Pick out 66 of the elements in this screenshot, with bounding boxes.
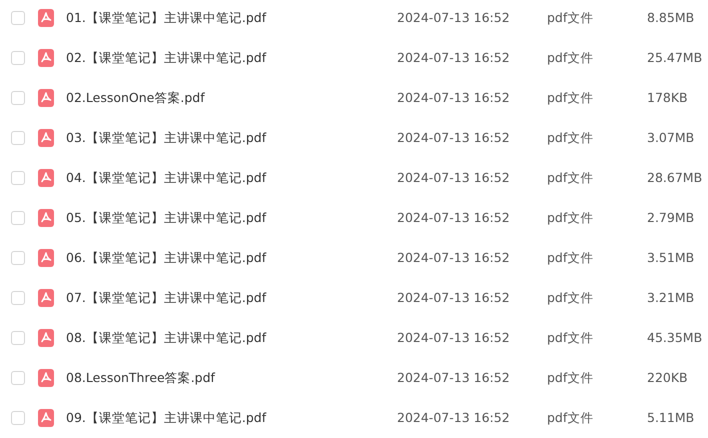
checkbox[interactable] (11, 371, 25, 385)
modified-date: 2024-07-13 16:52 (397, 248, 511, 267)
file-type: pdf文件 (547, 8, 594, 27)
modified-date: 2024-07-13 16:52 (397, 48, 511, 67)
checkbox[interactable] (11, 131, 25, 145)
checkbox[interactable] (11, 291, 25, 305)
file-type: pdf文件 (547, 128, 594, 147)
checkbox[interactable] (11, 51, 25, 65)
checkbox[interactable] (11, 251, 25, 265)
file-type: pdf文件 (547, 368, 594, 387)
file-name[interactable]: 09.【课堂笔记】主讲课中笔记.pdf (66, 408, 397, 428)
pdf-icon (38, 249, 54, 267)
pdf-icon (38, 49, 54, 67)
pdf-icon (38, 369, 54, 387)
modified-date: 2024-07-13 16:52 (397, 128, 511, 147)
file-size: 5.11MB (647, 408, 694, 427)
modified-date: 2024-07-13 16:52 (397, 368, 511, 387)
checkbox[interactable] (11, 331, 25, 345)
checkbox[interactable] (11, 171, 25, 185)
pdf-icon (38, 209, 54, 227)
file-name[interactable]: 06.【课堂笔记】主讲课中笔记.pdf (66, 248, 397, 268)
file-size: 3.07MB (647, 128, 694, 147)
file-name[interactable]: 07.【课堂笔记】主讲课中笔记.pdf (66, 288, 397, 308)
file-type: pdf文件 (547, 248, 594, 267)
file-type: pdf文件 (547, 48, 594, 67)
checkbox[interactable] (11, 91, 25, 105)
file-size: 3.51MB (647, 248, 694, 267)
file-type: pdf文件 (547, 288, 594, 307)
checkbox[interactable] (11, 411, 25, 425)
modified-date: 2024-07-13 16:52 (397, 168, 511, 187)
modified-date: 2024-07-13 16:52 (397, 408, 511, 427)
file-size: 25.47MB (647, 48, 702, 67)
file-size: 3.21MB (647, 288, 694, 307)
file-type: pdf文件 (547, 328, 594, 347)
pdf-icon (38, 129, 54, 147)
modified-date: 2024-07-13 16:52 (397, 328, 511, 347)
file-name[interactable]: 04.【课堂笔记】主讲课中笔记.pdf (66, 168, 397, 188)
pdf-icon (38, 89, 54, 107)
file-size: 178KB (647, 88, 688, 107)
pdf-icon (38, 289, 54, 307)
file-size: 2.79MB (647, 208, 694, 227)
file-size: 220KB (647, 368, 688, 387)
file-name[interactable]: 02.LessonOne答案.pdf (66, 88, 397, 108)
file-type: pdf文件 (547, 408, 594, 427)
modified-date: 2024-07-13 16:52 (397, 8, 511, 27)
file-name[interactable]: 08.【课堂笔记】主讲课中笔记.pdf (66, 328, 397, 348)
file-name[interactable]: 02.【课堂笔记】主讲课中笔记.pdf (66, 48, 397, 68)
modified-date: 2024-07-13 16:52 (397, 88, 511, 107)
pdf-icon (38, 9, 54, 27)
file-name[interactable]: 01.【课堂笔记】主讲课中笔记.pdf (66, 8, 397, 28)
modified-date: 2024-07-13 16:52 (397, 288, 511, 307)
file-size: 45.35MB (647, 328, 702, 347)
file-name[interactable]: 03.【课堂笔记】主讲课中笔记.pdf (66, 128, 397, 148)
file-name[interactable]: 08.LessonThree答案.pdf (66, 368, 397, 388)
pdf-icon (38, 169, 54, 187)
modified-date: 2024-07-13 16:52 (397, 208, 511, 227)
pdf-icon (38, 329, 54, 347)
file-type: pdf文件 (547, 208, 594, 227)
file-type: pdf文件 (547, 168, 594, 187)
file-name[interactable]: 05.【课堂笔记】主讲课中笔记.pdf (66, 208, 397, 228)
file-type: pdf文件 (547, 88, 594, 107)
checkbox[interactable] (11, 11, 25, 25)
checkbox[interactable] (11, 211, 25, 225)
file-size: 28.67MB (647, 168, 702, 187)
pdf-icon (38, 409, 54, 427)
file-size: 8.85MB (647, 8, 694, 27)
